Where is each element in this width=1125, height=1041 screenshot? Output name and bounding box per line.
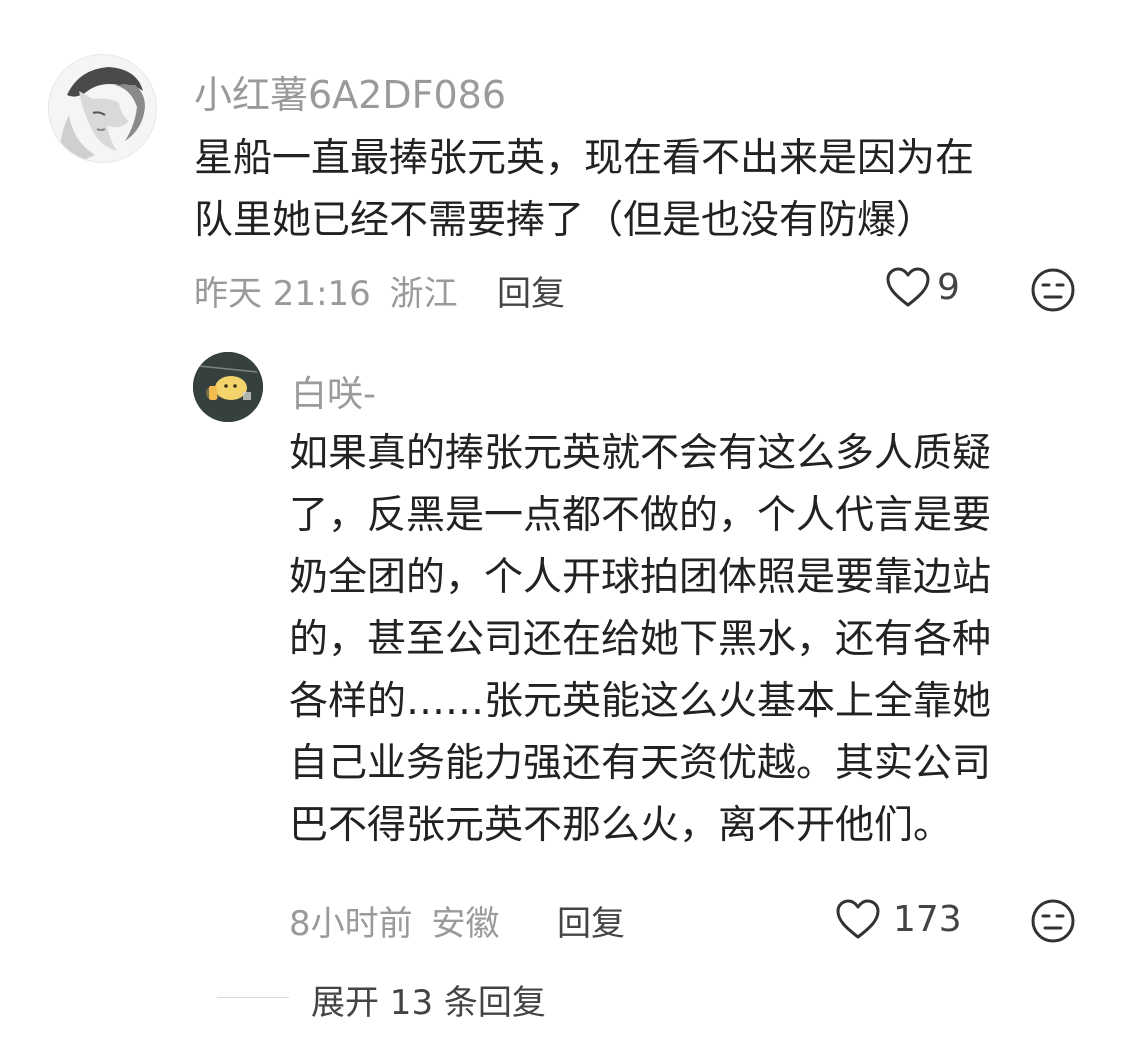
reply-meta: 8小时前 安徽 bbox=[289, 896, 499, 945]
comment-text-line: 星船一直最捧张元英，现在看不出来是因为在 bbox=[194, 136, 975, 181]
comment-time: 昨天 21:16 bbox=[194, 274, 371, 314]
reply-like-button[interactable]: 173 bbox=[835, 898, 962, 940]
reply-dislike-button[interactable] bbox=[1030, 898, 1076, 948]
reply-avatar[interactable] bbox=[193, 352, 263, 422]
comment-dislike-button[interactable] bbox=[1030, 267, 1076, 317]
heart-outline-icon bbox=[836, 899, 880, 939]
reply-text-line: 自己业务能力强还有天资优越。其实公司 bbox=[289, 741, 992, 786]
reply-username[interactable]: 白咲- bbox=[291, 365, 376, 417]
reply-text-line: 巴不得张元英不那么火，离不开他们。 bbox=[289, 803, 953, 848]
comment-text: 星船一直最捧张元英，现在看不出来是因为在 队里她已经不需要捧了（但是也没有防爆） bbox=[194, 128, 974, 252]
avatar-portrait-icon bbox=[49, 55, 156, 162]
reply-reply-button[interactable]: 回复 bbox=[557, 896, 625, 945]
expand-replies-button[interactable]: 展开 13 条回复 bbox=[311, 975, 546, 1024]
comment-reply-button[interactable]: 回复 bbox=[497, 266, 565, 315]
neutral-face-icon bbox=[1031, 268, 1075, 312]
comment-meta: 昨天 21:16 浙江 bbox=[194, 266, 458, 315]
comment-username[interactable]: 小红薯6A2DF086 bbox=[194, 64, 506, 119]
avatar[interactable] bbox=[48, 54, 157, 163]
reply-location: 安徽 bbox=[431, 904, 500, 944]
reply-text-line: 奶全团的，个人开球拍团体照是要靠边站 bbox=[289, 555, 992, 600]
comment-location: 浙江 bbox=[389, 274, 458, 314]
heart-outline-icon bbox=[886, 267, 930, 307]
reply-text-line: 了，反黑是一点都不做的，个人代言是要 bbox=[289, 493, 992, 538]
reply-text: 如果真的捧张元英就不会有这么多人质疑 了，反黑是一点都不做的，个人代言是要 奶全… bbox=[289, 423, 991, 857]
comment-text-line: 队里她已经不需要捧了（但是也没有防爆） bbox=[194, 198, 936, 243]
neutral-face-icon bbox=[1031, 899, 1075, 943]
reply-text-line: 的，甚至公司还在给她下黑水，还有各种 bbox=[289, 617, 992, 662]
comment-like-button[interactable]: 9 bbox=[885, 266, 960, 308]
avatar-lantern-icon bbox=[193, 352, 263, 422]
reply-like-count: 173 bbox=[893, 898, 962, 940]
reply-text-line: 各样的……张元英能这么火基本上全靠她 bbox=[289, 679, 992, 724]
reply-time: 8小时前 bbox=[289, 904, 413, 944]
reply-text-line: 如果真的捧张元英就不会有这么多人质疑 bbox=[289, 431, 992, 476]
expand-divider bbox=[217, 997, 289, 998]
comment-like-count: 9 bbox=[937, 266, 960, 308]
